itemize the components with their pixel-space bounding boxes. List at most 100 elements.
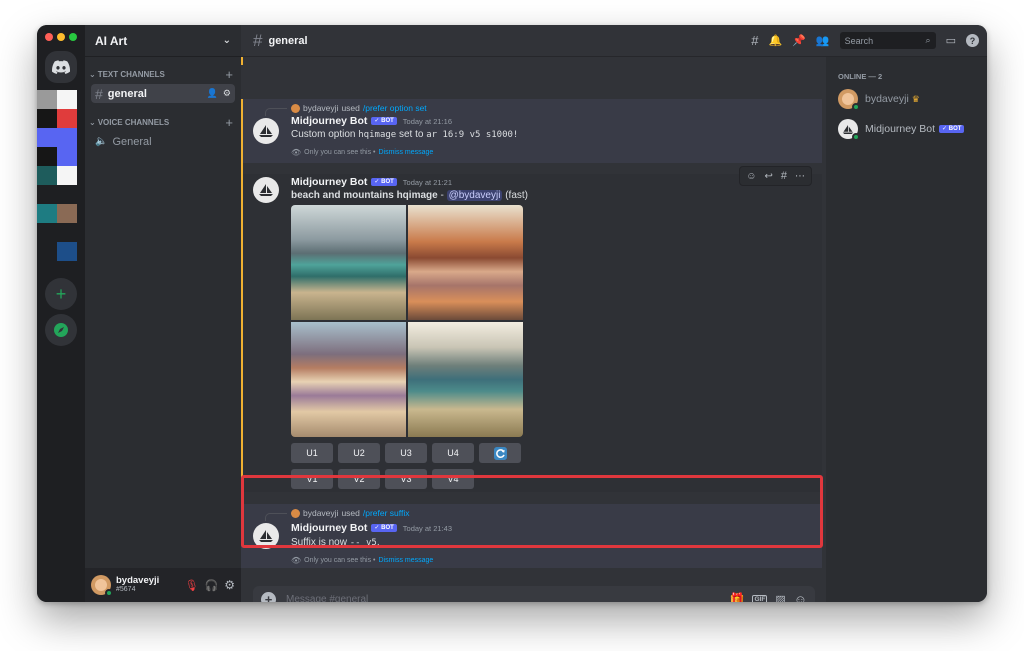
server-icon[interactable] <box>57 90 77 109</box>
user-avatar[interactable] <box>91 575 113 597</box>
member-list-icon[interactable]: 👥 <box>816 34 830 47</box>
category-label: TEXT CHANNELS <box>97 69 165 79</box>
maximize-window-button[interactable] <box>69 33 77 41</box>
category-voice-channels[interactable]: ⌄ VOICE CHANNELS + <box>85 115 241 130</box>
create-channel-plus-icon[interactable]: + <box>225 67 233 82</box>
message-input[interactable]: Message #general <box>286 594 720 603</box>
message-item[interactable]: ☺ ↩ # ⋯ Midjourney Bot ✓ BOT Today at 21… <box>241 163 822 492</box>
generated-image-grid[interactable] <box>291 205 523 437</box>
upscale-3-button[interactable]: U3 <box>385 443 427 463</box>
gif-icon[interactable]: GIF <box>752 594 768 602</box>
sailboat-icon <box>259 125 273 137</box>
variation-1-button[interactable]: V1 <box>291 469 333 489</box>
message-item[interactable]: bydaveyji used /prefer suffix Midjourney… <box>241 504 822 568</box>
app-window: + AI Art ⌄ ⌄ TEXT CHANNELS + # general 👤 … <box>37 25 987 602</box>
add-reaction-icon[interactable]: ☺ <box>746 171 756 182</box>
reply-icon[interactable]: ↩ <box>764 171 772 182</box>
channel-sidebar: AI Art ⌄ ⌄ TEXT CHANNELS + # general 👤 ⚙ … <box>85 25 241 602</box>
bot-avatar[interactable] <box>253 118 279 144</box>
member-avatar <box>838 119 860 141</box>
inbox-icon[interactable]: ▭ <box>946 34 956 47</box>
gear-icon[interactable]: ⚙ <box>224 578 235 592</box>
generated-image-3[interactable] <box>291 322 406 437</box>
upscale-2-button[interactable]: U2 <box>338 443 380 463</box>
slash-command-link[interactable]: /prefer suffix <box>363 508 410 518</box>
dismiss-message-link[interactable]: Dismiss message <box>378 149 433 156</box>
member-list-header: ONLINE — 2 <box>838 72 883 81</box>
create-channel-plus-icon[interactable]: + <box>225 115 233 130</box>
close-window-button[interactable] <box>45 33 53 41</box>
channel-item-general[interactable]: # general 👤 ⚙ <box>91 84 235 103</box>
variation-4-button[interactable]: V4 <box>432 469 474 489</box>
server-list[interactable] <box>37 90 77 280</box>
sticker-icon[interactable]: ▨ <box>775 593 785 603</box>
generated-image-2[interactable] <box>408 205 523 320</box>
message-timestamp: Today at 21:16 <box>402 116 452 126</box>
bell-icon[interactable]: 🔔 <box>768 34 782 47</box>
dismiss-message-link[interactable]: Dismiss message <box>378 557 433 564</box>
server-icon[interactable] <box>57 166 77 185</box>
message-author[interactable]: Midjourney Bot <box>291 176 367 188</box>
server-icon[interactable] <box>37 147 57 166</box>
member-item[interactable]: Midjourney Bot ✓ BOT <box>838 119 987 141</box>
message-author[interactable]: Midjourney Bot <box>291 115 367 127</box>
discord-home-button[interactable] <box>45 51 77 83</box>
server-icon[interactable] <box>37 204 57 223</box>
reply-username: bydaveyji <box>303 103 339 113</box>
server-icon[interactable] <box>57 204 77 223</box>
command-reply-context[interactable]: bydaveyji used /prefer option set <box>291 103 427 113</box>
member-name: bydaveyji <box>865 93 909 105</box>
explore-servers-button[interactable] <box>45 314 77 346</box>
variation-2-button[interactable]: V2 <box>338 469 380 489</box>
user-mention[interactable]: @bydaveyji <box>446 190 503 201</box>
emoji-icon[interactable]: ☺ <box>794 592 807 603</box>
member-item[interactable]: bydaveyji ♛ <box>838 89 987 111</box>
online-status-icon <box>852 103 860 111</box>
bot-avatar[interactable] <box>253 177 279 203</box>
slash-command-link[interactable]: /prefer option set <box>363 103 427 113</box>
reroll-button[interactable] <box>479 443 521 463</box>
minimize-window-button[interactable] <box>57 33 65 41</box>
server-icon[interactable] <box>57 147 77 166</box>
upload-plus-icon[interactable]: + <box>261 591 276 602</box>
pin-icon[interactable]: 📌 <box>792 34 806 47</box>
help-icon[interactable]: ? <box>966 34 979 47</box>
generated-image-4[interactable] <box>408 322 523 437</box>
message-composer[interactable]: + Message #general 🎁 GIF ▨ ☺ <box>253 586 815 602</box>
create-thread-icon[interactable]: # <box>781 170 787 182</box>
upscale-4-button[interactable]: U4 <box>432 443 474 463</box>
server-icon[interactable] <box>57 109 77 128</box>
hashtag-icon: # <box>253 30 263 50</box>
online-status-icon <box>852 133 860 141</box>
channel-item-voice-general[interactable]: 🔈 General <box>91 132 235 151</box>
server-header[interactable]: AI Art ⌄ <box>85 25 241 57</box>
search-icon: ⌕ <box>925 35 931 45</box>
prompt-text: beach and mountains hqimage <box>291 190 438 201</box>
category-text-channels[interactable]: ⌄ TEXT CHANNELS + <box>85 67 241 82</box>
upscale-1-button[interactable]: U1 <box>291 443 333 463</box>
headphones-icon[interactable]: 🎧 <box>205 579 219 592</box>
message-author[interactable]: Midjourney Bot <box>291 522 367 534</box>
search-input[interactable]: Search ⌕ <box>839 32 936 49</box>
message-item[interactable]: bydaveyji used /prefer option set Midjou… <box>241 99 822 163</box>
server-icon[interactable] <box>37 109 57 128</box>
mute-mic-icon[interactable]: 🎙 <box>185 579 199 592</box>
category-label: VOICE CHANNELS <box>97 117 170 127</box>
add-server-button[interactable]: + <box>45 278 77 310</box>
threads-icon[interactable]: # <box>751 33 758 48</box>
variation-3-button[interactable]: V3 <box>385 469 427 489</box>
bot-badge: ✓ BOT <box>371 116 397 126</box>
server-icon[interactable] <box>37 128 77 147</box>
bot-avatar[interactable] <box>253 523 279 549</box>
server-icon[interactable] <box>37 166 57 185</box>
server-icon[interactable] <box>37 90 57 109</box>
gear-icon[interactable]: ⚙ <box>223 88 231 99</box>
invite-icon[interactable]: 👤 <box>207 88 218 99</box>
more-options-icon[interactable]: ⋯ <box>795 171 805 182</box>
gift-icon[interactable]: 🎁 <box>730 592 745 602</box>
generated-image-1[interactable] <box>291 205 406 320</box>
message-actions-toolbar: ☺ ↩ # ⋯ <box>739 166 812 186</box>
command-reply-context[interactable]: bydaveyji used /prefer suffix <box>291 508 410 518</box>
server-icon[interactable] <box>57 242 77 261</box>
chat-area: bydaveyji used /prefer option set Midjou… <box>241 57 826 602</box>
